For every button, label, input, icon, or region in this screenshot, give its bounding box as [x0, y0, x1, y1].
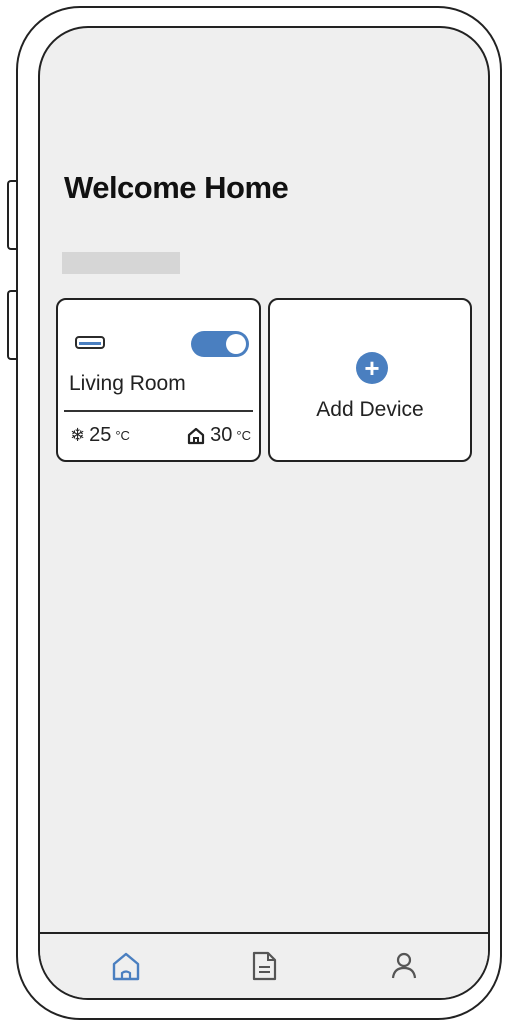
- plus-icon[interactable]: +: [356, 352, 388, 384]
- volume-up-button: [7, 180, 16, 250]
- phone-mockup: Welcome Home Living Room ❄ 25 °C 30 °C +…: [0, 0, 507, 1026]
- set-temperature: ❄ 25 °C: [70, 424, 130, 447]
- temperature-row: ❄ 25 °C 30 °C: [70, 424, 251, 447]
- device-name: Living Room: [69, 372, 186, 395]
- home-small-icon: [188, 427, 205, 444]
- power-toggle[interactable]: [191, 331, 249, 357]
- home-icon[interactable]: [108, 948, 144, 984]
- volume-down-button: [7, 290, 16, 360]
- air-conditioner-icon: [75, 336, 105, 349]
- device-card-living-room[interactable]: Living Room ❄ 25 °C 30 °C: [56, 298, 261, 462]
- user-icon[interactable]: [386, 948, 422, 984]
- set-temp-unit: °C: [115, 428, 130, 443]
- set-temp-value: 25: [89, 424, 112, 446]
- add-device-card[interactable]: + Add Device: [268, 298, 472, 462]
- bottom-tab-bar: [40, 932, 488, 998]
- add-device-label: Add Device: [316, 398, 424, 421]
- subtitle-placeholder: [62, 252, 180, 274]
- card-divider: [64, 410, 253, 412]
- toggle-knob: [226, 334, 246, 354]
- indoor-temperature: 30 °C: [186, 424, 251, 447]
- document-icon[interactable]: [246, 948, 282, 984]
- indoor-temp-value: 30: [210, 424, 233, 446]
- page-title: Welcome Home: [64, 170, 289, 205]
- app-screen: Welcome Home Living Room ❄ 25 °C 30 °C +…: [38, 26, 490, 1000]
- indoor-temp-unit: °C: [236, 428, 251, 443]
- snowflake-icon: ❄: [70, 425, 86, 446]
